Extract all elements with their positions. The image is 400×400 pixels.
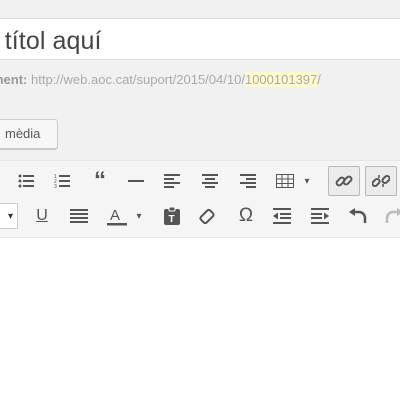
text-color-dropdown[interactable]: ▾ xyxy=(130,202,148,230)
text-color-button[interactable]: A xyxy=(103,202,131,230)
redo-icon xyxy=(385,208,400,223)
table-button[interactable] xyxy=(271,167,299,195)
horizontal-line-icon xyxy=(128,180,144,182)
special-character-icon: Ω xyxy=(238,205,254,226)
insert-link-icon xyxy=(335,175,353,187)
clear-formatting-button[interactable] xyxy=(194,202,222,230)
permalink-label: ment: xyxy=(0,72,28,87)
paste-as-text-button[interactable]: T xyxy=(158,202,186,230)
align-center-button[interactable] xyxy=(196,167,224,195)
undo-icon xyxy=(349,208,367,223)
post-title-text[interactable]: l títol aquí xyxy=(0,27,102,56)
add-media-button[interactable]: mèdia xyxy=(0,119,58,149)
permalink-row: ment: http://web.aoc.cat/suport/2015/04/… xyxy=(0,72,321,87)
svg-text:3: 3 xyxy=(54,184,57,188)
blockquote-icon: “ xyxy=(94,167,106,194)
numbered-list-button[interactable]: 123 xyxy=(48,167,76,195)
paste-text-icon: T xyxy=(164,207,180,225)
table-icon xyxy=(276,174,294,188)
indent-button[interactable] xyxy=(306,202,334,230)
align-center-icon xyxy=(202,174,218,188)
indent-icon xyxy=(311,208,329,224)
justify-icon xyxy=(70,209,88,223)
chevron-down-icon: ▾ xyxy=(304,175,310,187)
format-select[interactable]: ▾ xyxy=(0,203,18,229)
align-right-button[interactable] xyxy=(234,167,262,195)
table-dropdown-button[interactable]: ▾ xyxy=(298,167,316,195)
insert-link-button[interactable] xyxy=(328,166,360,196)
clear-formatting-icon xyxy=(199,208,215,225)
remove-link-button[interactable] xyxy=(365,166,397,196)
outdent-button[interactable] xyxy=(268,202,296,230)
special-character-button[interactable]: Ω xyxy=(232,202,260,230)
bulleted-list-icon xyxy=(18,174,34,188)
permalink-base-url: http://web.aoc.cat/suport/2015/04/10/ xyxy=(31,72,245,87)
justify-button[interactable] xyxy=(65,202,93,230)
chevron-down-icon: ▾ xyxy=(7,210,13,222)
top-strip xyxy=(0,0,400,18)
remove-link-icon xyxy=(372,174,390,188)
svg-text:A: A xyxy=(110,207,120,224)
redo-button[interactable] xyxy=(380,202,400,230)
align-right-icon xyxy=(240,174,256,188)
outdent-icon xyxy=(273,208,291,224)
numbered-list-icon: 123 xyxy=(54,174,70,188)
svg-text:T: T xyxy=(169,214,175,225)
blockquote-button[interactable]: “ xyxy=(86,167,114,195)
align-left-button[interactable] xyxy=(158,167,186,195)
bulleted-list-button[interactable] xyxy=(12,167,40,195)
horizontal-line-button[interactable] xyxy=(122,167,150,195)
permalink-tail: / xyxy=(317,72,321,87)
editor-content-area[interactable] xyxy=(0,238,400,400)
undo-button[interactable] xyxy=(344,202,372,230)
permalink-slug[interactable]: 1000101397 xyxy=(244,72,318,87)
align-left-icon xyxy=(164,174,180,188)
underline-icon: U xyxy=(36,207,48,224)
add-media-label: mèdia xyxy=(5,126,41,141)
chevron-down-icon: ▾ xyxy=(136,210,142,222)
underline-button[interactable]: U xyxy=(28,202,56,230)
text-color-icon: A xyxy=(107,207,127,226)
